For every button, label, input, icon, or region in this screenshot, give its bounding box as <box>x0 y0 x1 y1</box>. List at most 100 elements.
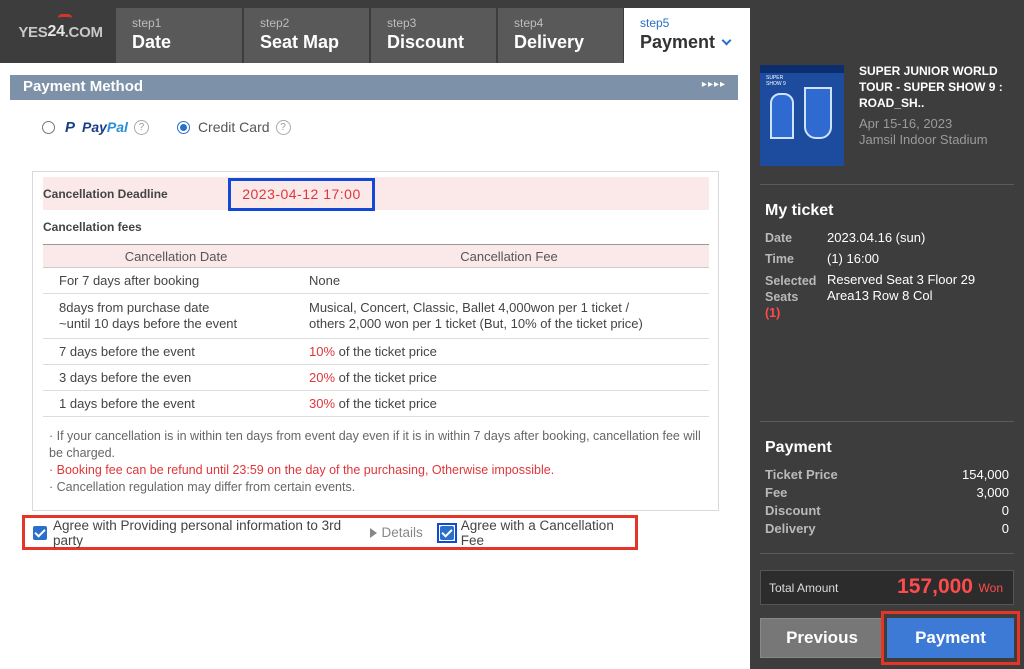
step-label: Date <box>132 32 172 52</box>
chevron-down-icon <box>721 35 732 46</box>
column-header: Cancellation Date <box>43 244 309 268</box>
booking-page: YES 24 .COM step1 Date step2 Seat Map step… <box>0 0 1024 669</box>
step-payment[interactable]: step5 Payment <box>624 8 750 63</box>
payment-method-header: Payment Method ▸▸▸▸ <box>10 75 738 100</box>
paypal-label-b: Pal <box>106 119 128 135</box>
details-link[interactable]: Details <box>381 525 422 540</box>
price-label: Fee <box>765 485 788 500</box>
step-label: Discount <box>387 32 465 52</box>
logo-text-post: .COM <box>64 23 103 41</box>
divider <box>760 553 1014 554</box>
credit-card-radio[interactable] <box>176 120 190 134</box>
previous-button[interactable]: Previous <box>760 618 884 658</box>
show-info: Apr 15-16, 2023 Jamsil Indoor Stadium <box>859 116 988 148</box>
help-icon[interactable]: ? <box>275 119 291 135</box>
payment-summary-title: Payment <box>765 439 832 456</box>
paypal-radio[interactable] <box>42 120 55 134</box>
cell-fee-line: others 2,000 won per 1 ticket (But, 10% … <box>309 316 643 331</box>
payment-button[interactable]: Payment <box>887 618 1014 658</box>
ticket-seats-value: Reserved Seat 3 Floor 29 Area13 Row 8 Co… <box>827 272 975 304</box>
fee-text: of the ticket price <box>335 344 437 359</box>
credit-card-label: Credit Card <box>197 119 270 135</box>
logo-hat-icon <box>58 14 72 18</box>
seats-value-line: Area13 Row 8 Col <box>827 288 933 303</box>
poster-shape <box>804 87 832 139</box>
payment-method-title: Payment Method <box>23 78 144 95</box>
ticket-time-value: (1) 16:00 <box>827 251 880 266</box>
step-number: step1 <box>132 16 162 30</box>
steps-bar: YES 24 .COM step1 Date step2 Seat Map step… <box>0 0 750 63</box>
step-label: Seat Map <box>260 32 340 52</box>
price-value: 0 <box>1001 503 1009 518</box>
deadline-row: Cancellation Deadline 2023-04-12 17:00 <box>43 177 709 211</box>
paypal-label: PayPal <box>82 119 128 135</box>
price-label: Ticket Price <box>765 467 838 482</box>
paypal-label-a: Pay <box>82 119 107 135</box>
poster-text: SUPER SHOW 9 <box>766 75 786 87</box>
deadline-label: Cancellation Deadline <box>43 187 168 201</box>
price-row-discount: Discount 0 <box>765 503 1009 518</box>
divider <box>760 184 1014 185</box>
step-delivery[interactable]: step4 Delivery <box>498 8 623 63</box>
agreement-row: Agree with Providing personal informatio… <box>22 515 638 550</box>
step-number: step2 <box>260 16 290 30</box>
cell-date-line: 8days from purchase date <box>59 300 210 315</box>
note-item: · Cancellation regulation may differ fro… <box>49 480 356 494</box>
ticket-date-label: Date <box>765 231 793 245</box>
agree-cancellation-checkbox[interactable] <box>439 525 454 540</box>
step-discount[interactable]: step3 Discount <box>371 8 496 63</box>
show-venue: Jamsil Indoor Stadium <box>859 132 988 147</box>
payment-button-frame: Payment <box>881 611 1020 665</box>
help-icon[interactable]: ? <box>133 119 149 135</box>
step-number: step4 <box>514 16 544 30</box>
step-date[interactable]: step1 Date <box>116 8 242 63</box>
step-seat-map[interactable]: step2 Seat Map <box>244 8 369 63</box>
agree-personal-info-label[interactable]: Agree with Providing personal informatio… <box>53 518 364 548</box>
logo-text-pre: YES <box>18 23 48 41</box>
cell-date: 1 days before the event <box>43 390 309 417</box>
ticket-date-row: Date 2023.04.16 (sun) <box>765 230 1015 248</box>
note-item: · If your cancellation is in within ten … <box>49 429 701 460</box>
seats-count: (1) <box>765 306 781 320</box>
ticket-time-label: Time <box>765 252 794 266</box>
cancellation-fee-table: Cancellation Date Cancellation Fee For 7… <box>43 244 709 417</box>
step-number: step3 <box>387 16 417 30</box>
cell-fee-line: Musical, Concert, Classic, Ballet 4,000w… <box>309 300 630 315</box>
cell-date-line: ~until 10 days before the event <box>59 316 238 331</box>
booking-summary-panel: SUPER SHOW 9 SUPER JUNIOR WORLD TOUR - S… <box>750 0 1024 669</box>
ticket-seats-row: Selected Seats (1) Reserved Seat 3 Floor… <box>765 272 1015 322</box>
ticket-seats-label: Selected Seats (1) <box>765 273 825 321</box>
step-label-active: Payment <box>640 30 750 54</box>
table-row: For 7 days after booking None <box>43 267 709 294</box>
cell-fee: 30% of the ticket price <box>309 390 709 417</box>
note-text: Booking fee can be refund until 23:59 on… <box>56 463 555 477</box>
poster-shape <box>770 93 794 139</box>
agree-personal-info-checkbox[interactable] <box>33 525 47 540</box>
table-row: 1 days before the event 30% of the ticke… <box>43 390 709 417</box>
note-text: If your cancellation is in within ten da… <box>49 429 701 460</box>
logo-text-num: 24 <box>47 23 65 40</box>
poster-band <box>760 65 844 73</box>
cell-date: 7 days before the event <box>43 338 309 365</box>
price-row-ticket: Ticket Price 154,000 <box>765 467 1009 482</box>
step-label: Delivery <box>514 32 585 52</box>
table-row: 8days from purchase date ~until 10 days … <box>43 293 709 339</box>
triangle-right-icon <box>370 527 378 538</box>
agree-cancellation-label[interactable]: Agree with a Cancellation Fee <box>461 518 635 548</box>
ticket-date-value: 2023.04.16 (sun) <box>827 230 926 245</box>
yes24-logo[interactable]: YES 24 .COM <box>8 10 113 54</box>
price-row-delivery: Delivery 0 <box>765 521 1009 536</box>
cancellation-panel: Cancellation Deadline 2023-04-12 17:00 C… <box>32 171 719 511</box>
fees-label: Cancellation fees <box>43 220 142 234</box>
step-number: step5 <box>640 16 670 30</box>
arrows-icon: ▸▸▸▸ <box>701 79 726 90</box>
divider <box>760 421 1014 422</box>
fee-percent: 20% <box>309 370 336 385</box>
fee-text: of the ticket price <box>335 396 437 411</box>
fee-percent: 10% <box>309 344 336 359</box>
price-row-fee: Fee 3,000 <box>765 485 1009 500</box>
price-value: 0 <box>1001 521 1009 536</box>
cell-date: 3 days before the even <box>43 364 309 391</box>
total-unit: Won <box>978 581 1003 595</box>
cell-fee: 20% of the ticket price <box>309 364 709 391</box>
